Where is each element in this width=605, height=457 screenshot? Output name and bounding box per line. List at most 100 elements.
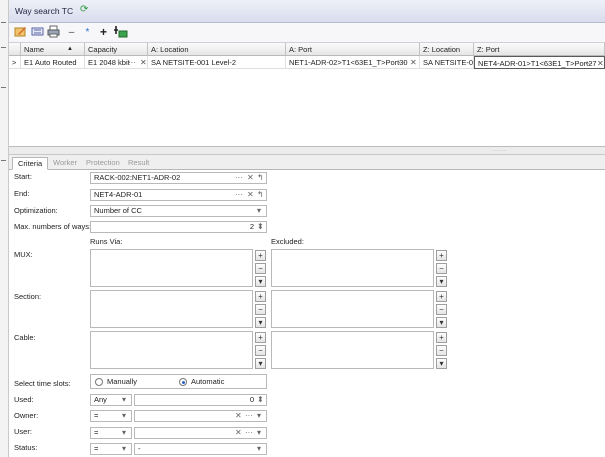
mux-excluded-list[interactable]: [271, 249, 434, 287]
chevron-down-icon[interactable]: ▾: [257, 206, 261, 216]
clear-icon[interactable]: ✕: [235, 428, 242, 438]
section-excluded-list[interactable]: [271, 290, 434, 328]
panel-splitter[interactable]: ·····: [9, 147, 605, 155]
flag-icon[interactable]: [30, 25, 45, 40]
cell-z-location[interactable]: SA NETSITE-004: [420, 56, 474, 69]
add-button[interactable]: +: [255, 291, 266, 302]
cell-a-port-value: NET1-ADR-02>T1<63E1_T>Port30: [289, 58, 408, 67]
clear-icon[interactable]: ✕: [140, 56, 147, 68]
cable-excluded-list[interactable]: [271, 331, 434, 369]
chevron-down-icon[interactable]: ▾: [257, 428, 261, 438]
status-select[interactable]: - ▾: [134, 443, 267, 455]
column-header-z-location[interactable]: Z: Location: [420, 43, 474, 56]
remove-button[interactable]: −: [436, 263, 447, 274]
owner-operator-select[interactable]: = ▾: [90, 410, 132, 422]
remove-button[interactable]: −: [255, 263, 266, 274]
refresh-icon[interactable]: ⟳: [80, 4, 88, 15]
cell-a-location[interactable]: SA NETSITE-001 Level-2: [148, 56, 286, 69]
column-header-name[interactable]: Name ▲: [21, 43, 85, 56]
chevron-down-icon[interactable]: ▾: [257, 411, 261, 421]
row-indicator[interactable]: >: [9, 56, 21, 69]
more-icon[interactable]: ···: [585, 57, 593, 68]
cell-capacity[interactable]: E1 2048 kbit ··· ✕: [85, 56, 148, 69]
radio-manually-label: Manually: [107, 377, 138, 386]
asterisk-icon[interactable]: *: [80, 25, 95, 40]
chevron-down-icon[interactable]: ▾: [257, 444, 261, 454]
sort-ascending-icon: ▲: [67, 46, 73, 52]
add-button[interactable]: +: [255, 332, 266, 343]
cell-a-port[interactable]: NET1-ADR-02>T1<63E1_T>Port30 ··· ✕: [286, 56, 420, 69]
used-select[interactable]: Any ▾: [90, 394, 132, 406]
cable-runs-via-list[interactable]: [90, 331, 253, 369]
owner-field[interactable]: ✕ ··· ▾: [134, 410, 267, 422]
minus-icon[interactable]: –: [64, 25, 79, 40]
dropdown-button[interactable]: ▾: [436, 276, 447, 287]
radio-manually[interactable]: [95, 378, 103, 386]
add-button[interactable]: +: [436, 332, 447, 343]
remove-button[interactable]: −: [255, 345, 266, 356]
print-icon[interactable]: [46, 25, 61, 40]
remove-button[interactable]: −: [436, 345, 447, 356]
start-field[interactable]: RACK-002:NET1-ADR-02 ··· ✕ ↰: [90, 172, 267, 184]
mux-runs-via-list[interactable]: [90, 249, 253, 287]
add-button[interactable]: +: [255, 250, 266, 261]
cell-z-port[interactable]: NET4-ADR-01>T1<63E1_T>Port27 ··· ✕: [474, 56, 605, 69]
chevron-down-icon[interactable]: ▾: [122, 444, 126, 454]
splitter-grip: ·····: [492, 148, 507, 154]
tab-criteria[interactable]: Criteria: [12, 157, 49, 170]
remove-button[interactable]: −: [255, 304, 266, 315]
clear-icon[interactable]: ✕: [247, 190, 254, 200]
time-slots-label: Select time slots:: [14, 379, 71, 388]
column-header-a-location[interactable]: A: Location: [148, 43, 286, 56]
edit-icon[interactable]: [13, 25, 28, 40]
add-button[interactable]: +: [436, 291, 447, 302]
window-title: Way search TC: [15, 6, 74, 16]
clear-icon[interactable]: ✕: [247, 173, 254, 183]
cell-name[interactable]: E1 Auto Routed: [21, 56, 85, 69]
more-icon[interactable]: ···: [245, 411, 253, 421]
tab-worker[interactable]: Worker: [48, 157, 82, 170]
undo-icon[interactable]: ↰: [257, 173, 264, 183]
column-header-capacity[interactable]: Capacity: [85, 43, 148, 56]
clear-icon[interactable]: ✕: [235, 411, 242, 421]
dropdown-button[interactable]: ▾: [436, 358, 447, 369]
optimization-select[interactable]: Number of CC ▾: [90, 205, 267, 217]
more-icon[interactable]: ···: [235, 190, 243, 200]
status-operator-select[interactable]: = ▾: [90, 443, 132, 455]
tab-protection[interactable]: Protection: [81, 157, 125, 170]
owner-operator-value: =: [94, 411, 99, 420]
more-icon[interactable]: ···: [128, 56, 136, 68]
more-icon[interactable]: ···: [235, 173, 243, 183]
dropdown-button[interactable]: ▾: [255, 276, 266, 287]
more-icon[interactable]: ···: [245, 428, 253, 438]
user-field[interactable]: ✕ ··· ▾: [134, 427, 267, 439]
section-runs-via-list[interactable]: [90, 290, 253, 328]
max-ways-spinner[interactable]: 2 ⬍: [90, 221, 267, 233]
clear-icon[interactable]: ✕: [597, 57, 604, 68]
row-indicator-header: [9, 43, 21, 56]
dropdown-button[interactable]: ▾: [255, 358, 266, 369]
more-icon[interactable]: ···: [398, 56, 406, 68]
chevron-down-icon[interactable]: ▾: [122, 411, 126, 421]
column-header-a-port[interactable]: A: Port: [286, 43, 420, 56]
used-count-spinner[interactable]: 0 ⬍: [134, 394, 267, 406]
radio-automatic[interactable]: [179, 378, 187, 386]
column-header-z-port[interactable]: Z: Port: [474, 43, 605, 56]
dropdown-button[interactable]: ▾: [255, 317, 266, 328]
chevron-down-icon[interactable]: ▾: [122, 428, 126, 438]
end-field[interactable]: NET4-ADR-01 ··· ✕ ↰: [90, 189, 267, 201]
chevron-down-icon[interactable]: ▾: [122, 395, 126, 405]
add-item-icon[interactable]: [113, 25, 128, 40]
user-operator-select[interactable]: = ▾: [90, 427, 132, 439]
spinner-icon[interactable]: ⬍: [257, 222, 264, 232]
add-button[interactable]: +: [436, 250, 447, 261]
strip-mark: [1, 47, 6, 48]
undo-icon[interactable]: ↰: [257, 190, 264, 200]
remove-button[interactable]: −: [436, 304, 447, 315]
dropdown-button[interactable]: ▾: [436, 317, 447, 328]
left-edge-strip: [0, 0, 9, 457]
plus-icon[interactable]: +: [96, 25, 111, 40]
spinner-icon[interactable]: ⬍: [257, 395, 264, 405]
clear-icon[interactable]: ✕: [410, 56, 417, 68]
tab-result[interactable]: Result: [123, 157, 154, 170]
